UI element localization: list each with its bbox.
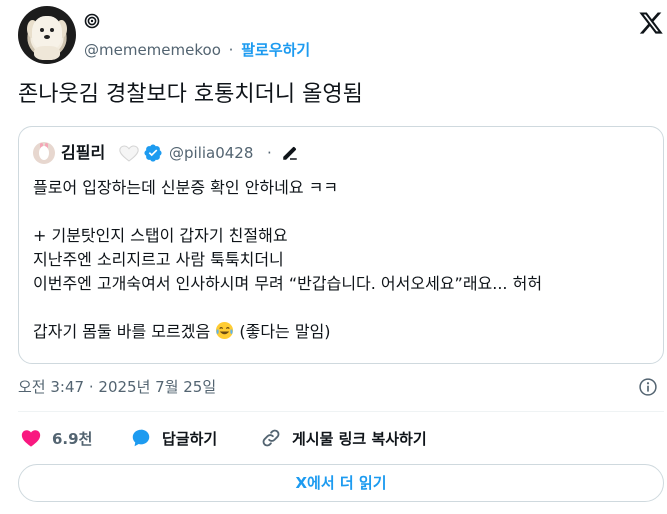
- quoted-author-name[interactable]: 김필리: [61, 142, 105, 164]
- tweet-date: 2025년 7월 25일: [98, 378, 217, 396]
- link-icon: [262, 429, 280, 447]
- tweet-actions: 6.9천 답글하기 게시물 링크 복사하기: [18, 424, 664, 452]
- quoted-tweet-body: 플로어 입장하는데 신분증 확인 안하네요 ㅋㅋ + 기분탓인지 스탭이 갑자기…: [33, 176, 542, 344]
- separator-dot: ·: [267, 144, 272, 162]
- heart-icon: [21, 430, 41, 447]
- copy-link-label: 게시물 링크 복사하기: [292, 429, 427, 448]
- quoted-line: 플로어 입장하는데 신분증 확인 안하네요 ㅋㅋ: [33, 178, 339, 197]
- tweet-header: @memememekoo · 팔로우하기: [18, 6, 664, 68]
- pencil-icon: [283, 147, 297, 160]
- quoted-line: 지난주엔 소리지르고 사람 툭툭치더니: [33, 250, 284, 269]
- quoted-line: 이번주엔 고개숙여서 인사하시며 무려 “반갑습니다. 어서오세요”래요... …: [33, 274, 543, 293]
- like-button[interactable]: 6.9천: [20, 424, 92, 452]
- author-handle-row: @memememekoo · 팔로우하기: [84, 39, 310, 60]
- copy-link-button[interactable]: 게시물 링크 복사하기: [260, 424, 427, 452]
- quoted-author-avatar[interactable]: [33, 142, 55, 164]
- like-count: 6.9천: [52, 429, 93, 448]
- verified-badge-icon: [144, 144, 162, 162]
- tweet-text: 존나웃김 경찰보다 호통치더니 올영됨: [18, 82, 363, 107]
- quoted-author-handle[interactable]: @pilia0428: [169, 142, 253, 164]
- speech-bubble-icon: [132, 429, 150, 447]
- quoted-line: [33, 296, 542, 320]
- divider: [18, 411, 664, 412]
- quoted-line: [33, 200, 542, 224]
- quoted-line-with-emoji: 갑자기 몸둘 바를 모르겠음 (좋다는 말임): [33, 320, 542, 344]
- reply-button[interactable]: 답글하기: [130, 424, 217, 452]
- quoted-line: + 기분탓인지 스탭이 갑자기 친절해요: [33, 226, 288, 245]
- tweet-timestamp[interactable]: 오전 3:47 · 2025년 7월 25일: [18, 376, 216, 397]
- quoted-line-text: 갑자기 몸둘 바를 모르겠음: [33, 322, 211, 341]
- reply-label: 답글하기: [162, 429, 218, 448]
- tears-of-joy-emoji-icon: [216, 321, 234, 340]
- read-more-on-x-button[interactable]: X에서 더 읽기: [18, 464, 664, 502]
- author-avatar[interactable]: [18, 6, 76, 64]
- quoted-line-text: (좋다는 말임): [239, 322, 331, 341]
- separator-dot: ·: [88, 378, 94, 396]
- x-logo-icon[interactable]: [638, 10, 664, 36]
- spiral-icon: [84, 13, 100, 29]
- tweet-time: 오전 3:47: [18, 378, 85, 396]
- info-icon[interactable]: [638, 377, 658, 397]
- quoted-tweet[interactable]: 김필리 @pilia0428 · 플로어 입장하는데 신분증 확인 안하네요 ㅋ…: [18, 126, 664, 364]
- white-heart-icon: [119, 145, 139, 162]
- separator-dot: ·: [228, 41, 234, 59]
- follow-button[interactable]: 팔로우하기: [241, 41, 310, 59]
- author-handle[interactable]: @memememekoo: [84, 41, 221, 59]
